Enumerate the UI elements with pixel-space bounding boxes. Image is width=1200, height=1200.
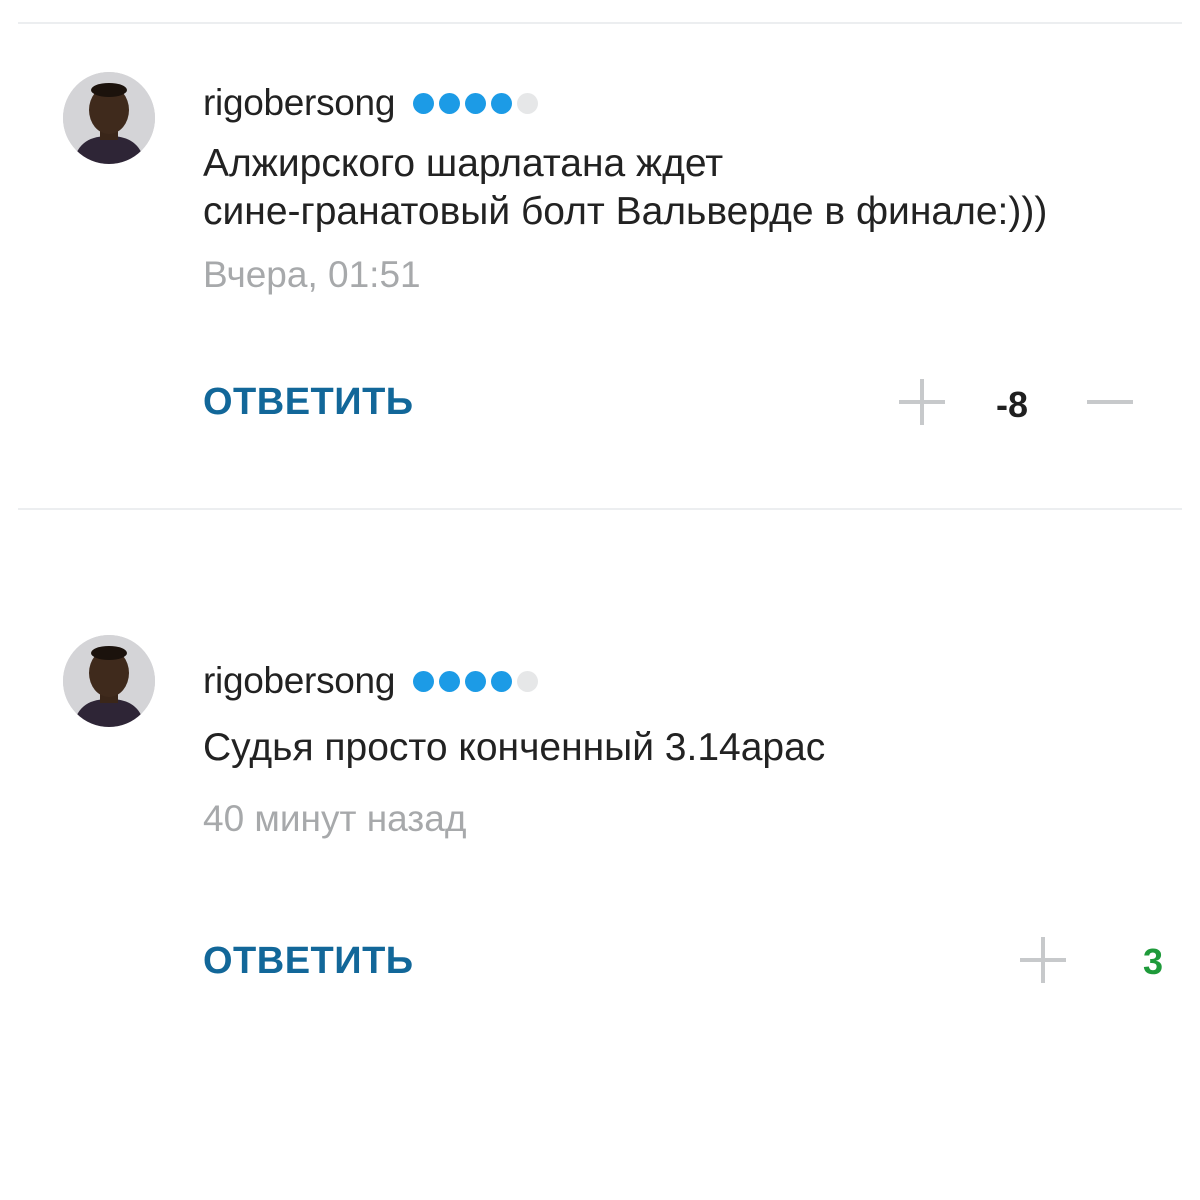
user-photo-icon bbox=[63, 635, 155, 727]
comment-timestamp: 40 минут назад bbox=[203, 798, 467, 839]
username[interactable]: rigobersong bbox=[203, 660, 539, 702]
comment: rigobersong Судья просто конченный 3.14а… bbox=[0, 0, 1200, 1200]
rating-dot-filled bbox=[439, 670, 461, 692]
user-rating-dots bbox=[413, 670, 539, 692]
vote-score: 3 bbox=[1142, 941, 1164, 982]
rating-dot-filled bbox=[413, 670, 435, 692]
rating-dot-filled bbox=[465, 670, 487, 692]
username-text[interactable]: rigobersong bbox=[203, 660, 395, 702]
comment-text-line: Судья просто конченный 3.14арас bbox=[203, 726, 826, 769]
rating-dot-filled bbox=[491, 670, 513, 692]
rating-dot-empty bbox=[517, 670, 539, 692]
avatar[interactable] bbox=[63, 635, 155, 727]
reply-button[interactable]: ОТВЕТИТЬ bbox=[203, 940, 414, 983]
comment-text: Судья просто конченный 3.14арас bbox=[203, 724, 825, 772]
plus-icon[interactable] bbox=[1020, 937, 1066, 983]
